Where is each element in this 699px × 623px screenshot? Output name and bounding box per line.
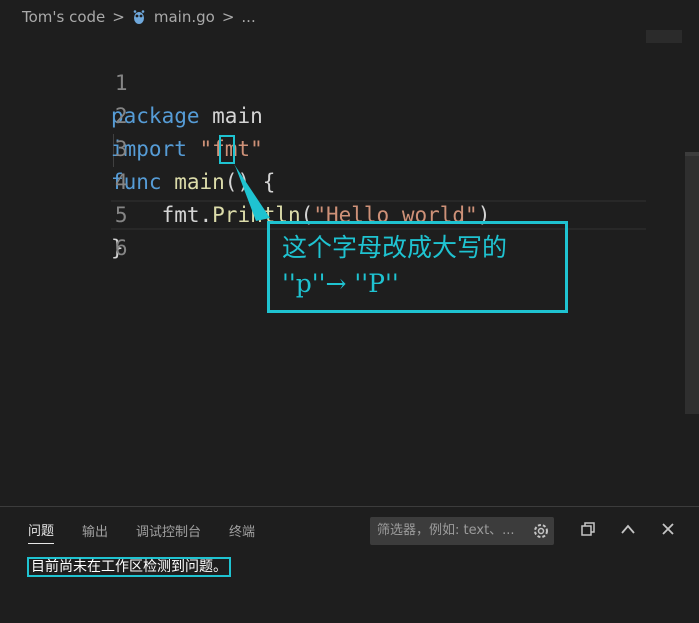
breadcrumb-separator-2: > bbox=[221, 8, 235, 26]
punctuation: () { bbox=[224, 170, 276, 194]
line-number: 5 bbox=[114, 203, 128, 227]
breadcrumb: Tom's code > main.go > ... bbox=[0, 0, 699, 34]
annotation-callout: 这个字母改成大写的 ''p''→ ''P'' bbox=[267, 221, 568, 313]
restore-panel-icon[interactable] bbox=[578, 519, 598, 539]
breadcrumb-file[interactable]: main.go bbox=[154, 8, 215, 26]
filter-settings-icon[interactable] bbox=[532, 522, 550, 540]
line-number: 4 bbox=[114, 170, 128, 194]
scrollbar-marker bbox=[685, 152, 699, 156]
annotation-line-2: ''p''→ ''P'' bbox=[282, 269, 399, 298]
panel-tabs: 问题 输出 调试控制台 终端 bbox=[0, 507, 255, 553]
tab-problems[interactable]: 问题 bbox=[28, 516, 55, 544]
annotation-line-1: 这个字母改成大写的 bbox=[282, 233, 508, 262]
line-number: 2 bbox=[114, 104, 128, 128]
code-line-5[interactable]: 5 } bbox=[0, 166, 128, 260]
scrollbar-thumb[interactable] bbox=[685, 154, 699, 414]
code-line-6[interactable]: 6 bbox=[0, 199, 128, 260]
identifier: main bbox=[199, 104, 263, 128]
function-name: main bbox=[161, 170, 225, 194]
problems-status-message: 目前尚未在工作区检测到问题。 bbox=[27, 557, 231, 577]
breadcrumb-folder[interactable]: Tom's code bbox=[22, 8, 105, 26]
code-line-2[interactable]: 2 import "fmt" bbox=[0, 67, 263, 161]
tab-debug-console[interactable]: 调试控制台 bbox=[136, 517, 201, 544]
code-line-4[interactable]: 4 fmt.Println("Hello world") bbox=[0, 133, 490, 227]
breadcrumb-symbol[interactable]: ... bbox=[241, 8, 255, 26]
breadcrumb-separator: > bbox=[112, 8, 125, 26]
tab-output[interactable]: 输出 bbox=[82, 517, 108, 544]
chevron-up-icon[interactable] bbox=[618, 519, 638, 539]
line-number: 1 bbox=[114, 71, 128, 95]
filter-placeholder: 筛选器，例如: text、... bbox=[377, 523, 515, 538]
code-line-1[interactable]: 1 package main bbox=[0, 34, 263, 128]
close-icon[interactable] bbox=[658, 519, 678, 539]
editor-scrollbar[interactable] bbox=[685, 34, 699, 506]
highlight-box bbox=[219, 135, 235, 164]
problems-filter-input[interactable]: 筛选器，例如: text、... bbox=[370, 517, 554, 545]
line-number: 3 bbox=[114, 137, 128, 161]
code-line-3[interactable]: 3 func main() { bbox=[0, 100, 275, 194]
minimap[interactable] bbox=[646, 30, 682, 43]
go-file-icon bbox=[133, 10, 145, 24]
tab-terminal[interactable]: 终端 bbox=[229, 517, 255, 544]
bottom-panel: 问题 输出 调试控制台 终端 筛选器，例如: text、... 目前尚未在工作区… bbox=[0, 506, 699, 623]
line-number: 6 bbox=[114, 236, 128, 260]
